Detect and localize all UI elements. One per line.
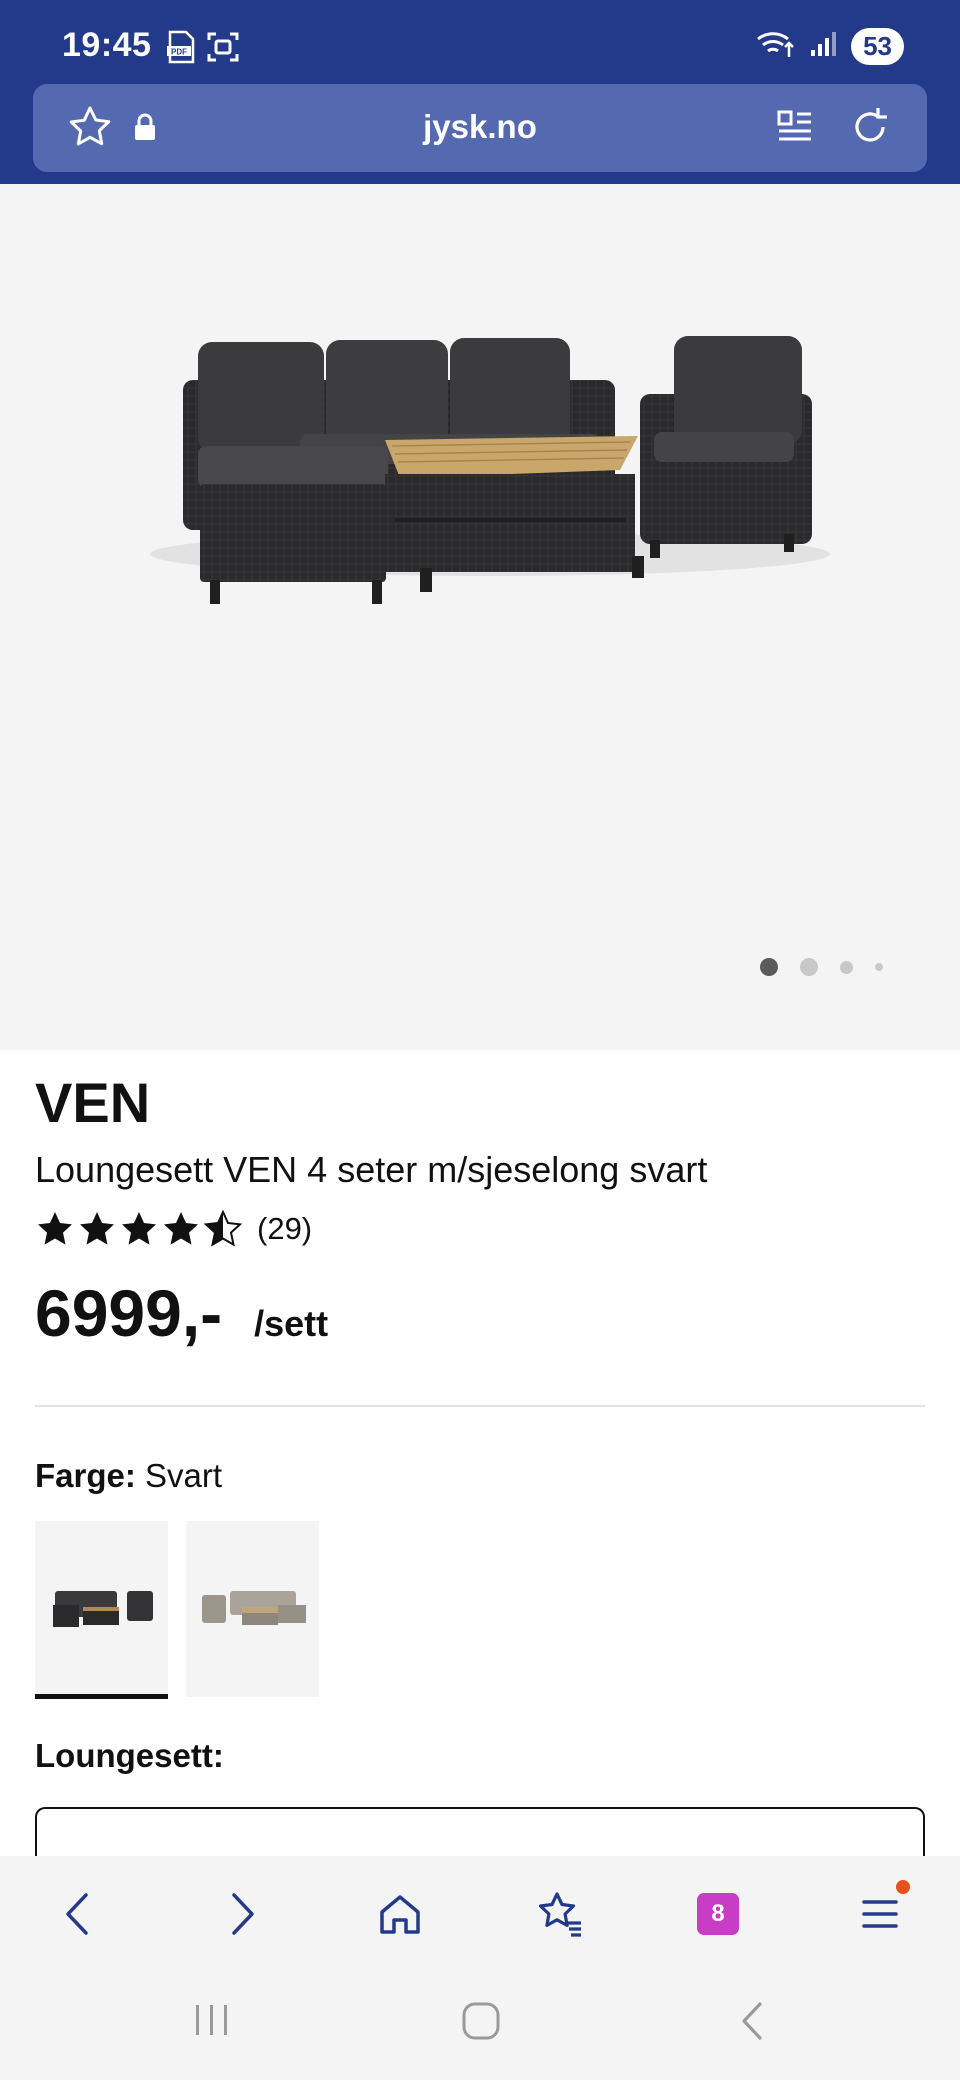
signal-icon	[809, 30, 837, 63]
star-icon	[80, 1212, 114, 1245]
tab-count: 8	[711, 1900, 725, 1927]
loungesett-label: Loungesett:	[35, 1737, 224, 1774]
product-name: Loungesett VEN 4 seter m/sjeselong svart	[35, 1149, 708, 1190]
status-bar: 19:45 PDF 53	[0, 0, 960, 84]
svg-text:PDF: PDF	[171, 48, 187, 57]
star-icon	[164, 1212, 198, 1245]
divider	[35, 1405, 925, 1407]
back-nav-icon[interactable]	[734, 2000, 770, 2047]
reader-mode-icon[interactable]	[775, 108, 815, 153]
reload-icon[interactable]	[847, 104, 893, 155]
status-time: 19:45	[62, 26, 152, 64]
menu-notification-dot	[896, 1880, 910, 1894]
product-rating[interactable]: (29)	[35, 1209, 925, 1249]
browser-bottom-nav: 8	[0, 1856, 960, 1968]
tabs-button[interactable]: 8	[688, 1884, 748, 1944]
swatch-black-image	[53, 1591, 153, 1627]
star-icon	[38, 1212, 72, 1245]
swatch-natural-image	[202, 1591, 306, 1625]
price-row: 6999,- /sett	[35, 1275, 925, 1351]
product-image-gallery[interactable]	[0, 184, 960, 1050]
screenshot-icon	[206, 30, 240, 69]
tabs-icon: 8	[697, 1893, 739, 1935]
browser-header: 19:45 PDF 53 jysk.no	[0, 0, 960, 184]
gallery-dot-3[interactable]	[840, 960, 853, 974]
price-unit: /sett	[254, 1303, 329, 1344]
rating-stars	[38, 1209, 243, 1247]
recent-apps-icon[interactable]	[192, 2000, 232, 2045]
color-selector-label: Farge: Svart	[35, 1457, 925, 1495]
gallery-pagination[interactable]	[760, 958, 883, 976]
pdf-icon: PDF	[164, 30, 198, 69]
color-value: Svart	[145, 1457, 223, 1494]
star-icon	[122, 1212, 156, 1245]
gallery-dot-1[interactable]	[760, 958, 778, 976]
wifi-icon	[755, 29, 795, 64]
color-swatch-natur[interactable]	[186, 1521, 319, 1697]
back-icon[interactable]	[48, 1884, 108, 1944]
product-price: 6999,-	[35, 1276, 223, 1350]
home-nav-icon[interactable]	[460, 2000, 502, 2047]
gallery-dot-4[interactable]	[875, 963, 883, 971]
review-count[interactable]: (29)	[257, 1211, 312, 1247]
product-image	[150, 336, 830, 604]
menu-icon[interactable]	[850, 1880, 910, 1944]
color-label: Farge:	[35, 1457, 136, 1494]
bookmarks-icon[interactable]	[530, 1884, 590, 1944]
gallery-dot-2[interactable]	[800, 958, 818, 976]
battery-level: 53	[851, 28, 904, 65]
system-nav-bar	[0, 1968, 960, 2080]
product-brand: VEN	[35, 1071, 151, 1134]
product-info: VEN Loungesett VEN 4 seter m/sjeselong s…	[35, 1070, 925, 1867]
color-swatches	[35, 1521, 925, 1699]
forward-icon[interactable]	[212, 1884, 272, 1944]
color-swatch-svart[interactable]	[35, 1521, 168, 1699]
home-icon[interactable]	[370, 1884, 430, 1944]
url-bar[interactable]: jysk.no	[33, 84, 927, 172]
